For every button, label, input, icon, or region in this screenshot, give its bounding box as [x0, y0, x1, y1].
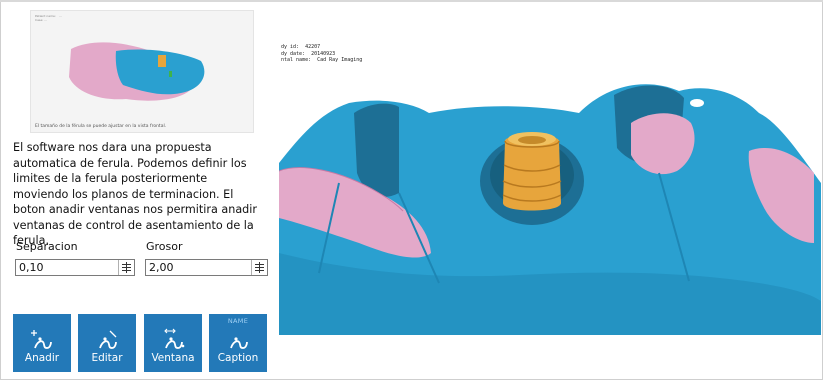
- overlay-line-3: ntal name: Cad Ray Imaging: [281, 57, 363, 63]
- dental-model-render: [279, 84, 821, 335]
- top-divider: [0, 0, 823, 2]
- separacion-label: Separacion: [16, 240, 78, 253]
- add-button-label: Anadir: [24, 352, 60, 364]
- grosor-stepper[interactable]: [251, 260, 267, 275]
- grosor-label: Grosor: [146, 240, 183, 253]
- caption-button[interactable]: NAME Caption: [209, 314, 267, 372]
- window-tool-icon: [164, 328, 185, 349]
- separacion-value[interactable]: 0,10: [19, 261, 44, 274]
- grosor-value[interactable]: 2,00: [149, 261, 174, 274]
- description-text: El software nos dara una propuesta autom…: [13, 141, 257, 247]
- window-button[interactable]: Ventana: [144, 314, 202, 372]
- thumbnail-preview: Patient name: … Case: … El tamaño de la …: [30, 10, 254, 133]
- add-tool-icon: [31, 330, 52, 349]
- 3d-viewport[interactable]: dy id: 42207 dy date: 20140923 ntal name…: [279, 43, 821, 335]
- edit-button[interactable]: Editar: [78, 314, 136, 372]
- edit-tool-icon: [99, 330, 117, 349]
- thumbnail-caption: El tamaño de la férula se puede ajustar …: [35, 124, 167, 129]
- thumbnail-model-image: [69, 42, 205, 101]
- separacion-stepper[interactable]: [118, 260, 134, 275]
- grosor-spinbox[interactable]: 2,00: [145, 259, 268, 276]
- caption-tag: NAME: [227, 317, 249, 325]
- viewport-info-overlay: dy id: 42207 dy date: 20140923 ntal name…: [281, 44, 362, 64]
- add-button[interactable]: Anadir: [13, 314, 71, 372]
- caption-tool-icon: [230, 337, 248, 349]
- caption-button-label: Caption: [217, 352, 259, 364]
- overlay-line-1: dy id: 42207: [281, 44, 321, 50]
- window-button-label: Ventana: [151, 352, 195, 364]
- separacion-spinbox[interactable]: 0,10: [15, 259, 135, 276]
- thumbnail-header: Patient name: … Case: …: [35, 14, 62, 22]
- overlay-line-2: dy date: 20140923: [281, 50, 336, 57]
- edit-button-label: Editar: [91, 352, 123, 364]
